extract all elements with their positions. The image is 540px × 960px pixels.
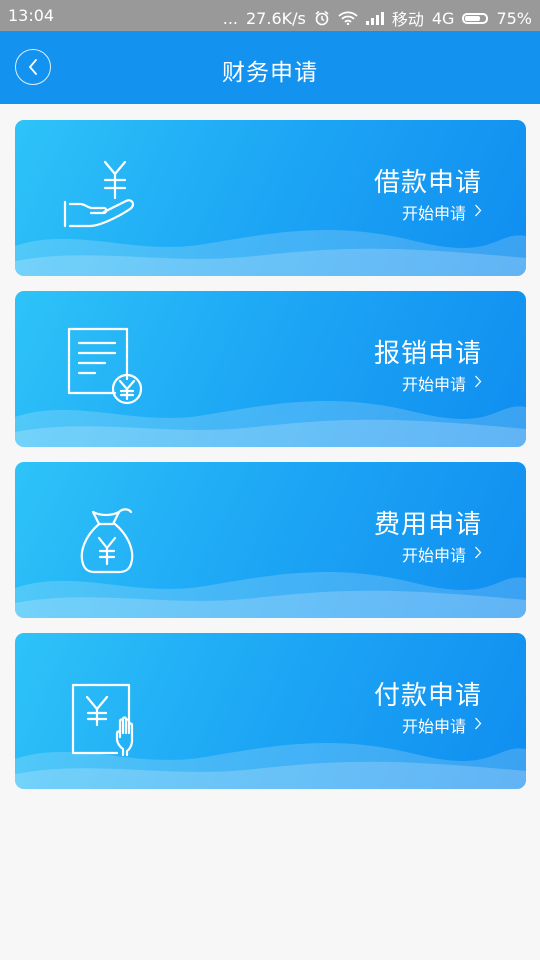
alarm-icon xyxy=(314,10,330,26)
document-hand-icon xyxy=(71,683,134,757)
card-title: 费用申请 xyxy=(373,510,482,540)
chevron-right-icon xyxy=(475,375,482,388)
card-subtitle: 开始申请 xyxy=(401,204,466,223)
card-title: 付款申请 xyxy=(373,681,482,711)
status-dots: ... xyxy=(222,8,238,28)
card-subtitle: 开始申请 xyxy=(401,375,466,394)
battery-percent: 75% xyxy=(496,8,532,28)
card-title: 借款申请 xyxy=(373,168,482,198)
card-subtitle: 开始申请 xyxy=(401,717,466,736)
loan-application-card[interactable]: 借款申请 开始申请 xyxy=(15,120,526,276)
app-header: 财务申请 xyxy=(0,31,540,104)
network-speed: 27.6K/s xyxy=(246,8,306,28)
card-subtitle: 开始申请 xyxy=(401,546,466,565)
chevron-right-icon xyxy=(475,204,482,217)
chevron-right-icon xyxy=(475,546,482,559)
hand-yuan-icon xyxy=(63,160,135,228)
battery-icon xyxy=(462,12,489,24)
payment-application-card[interactable]: 付款申请 开始申请 xyxy=(15,633,526,789)
wifi-icon xyxy=(338,11,358,25)
status-right: ... 27.6K/s 移动 4G 75% xyxy=(223,6,532,30)
carrier: 移动 xyxy=(391,10,424,29)
card-title: 报销申请 xyxy=(373,339,482,369)
chevron-right-icon xyxy=(475,717,482,730)
network-type: 4G xyxy=(431,8,455,28)
reimbursement-application-card[interactable]: 报销申请 开始申请 xyxy=(15,291,526,447)
status-bar: 13:04 ... 27.6K/s 移动 4G 75% xyxy=(0,0,540,31)
signal-icon xyxy=(365,11,384,25)
document-yuan-icon xyxy=(67,327,143,405)
expense-application-card[interactable]: 费用申请 开始申请 xyxy=(15,462,526,618)
page-title: 财务申请 xyxy=(222,60,318,86)
status-time: 13:04 xyxy=(8,6,55,25)
money-bag-icon xyxy=(80,508,134,574)
